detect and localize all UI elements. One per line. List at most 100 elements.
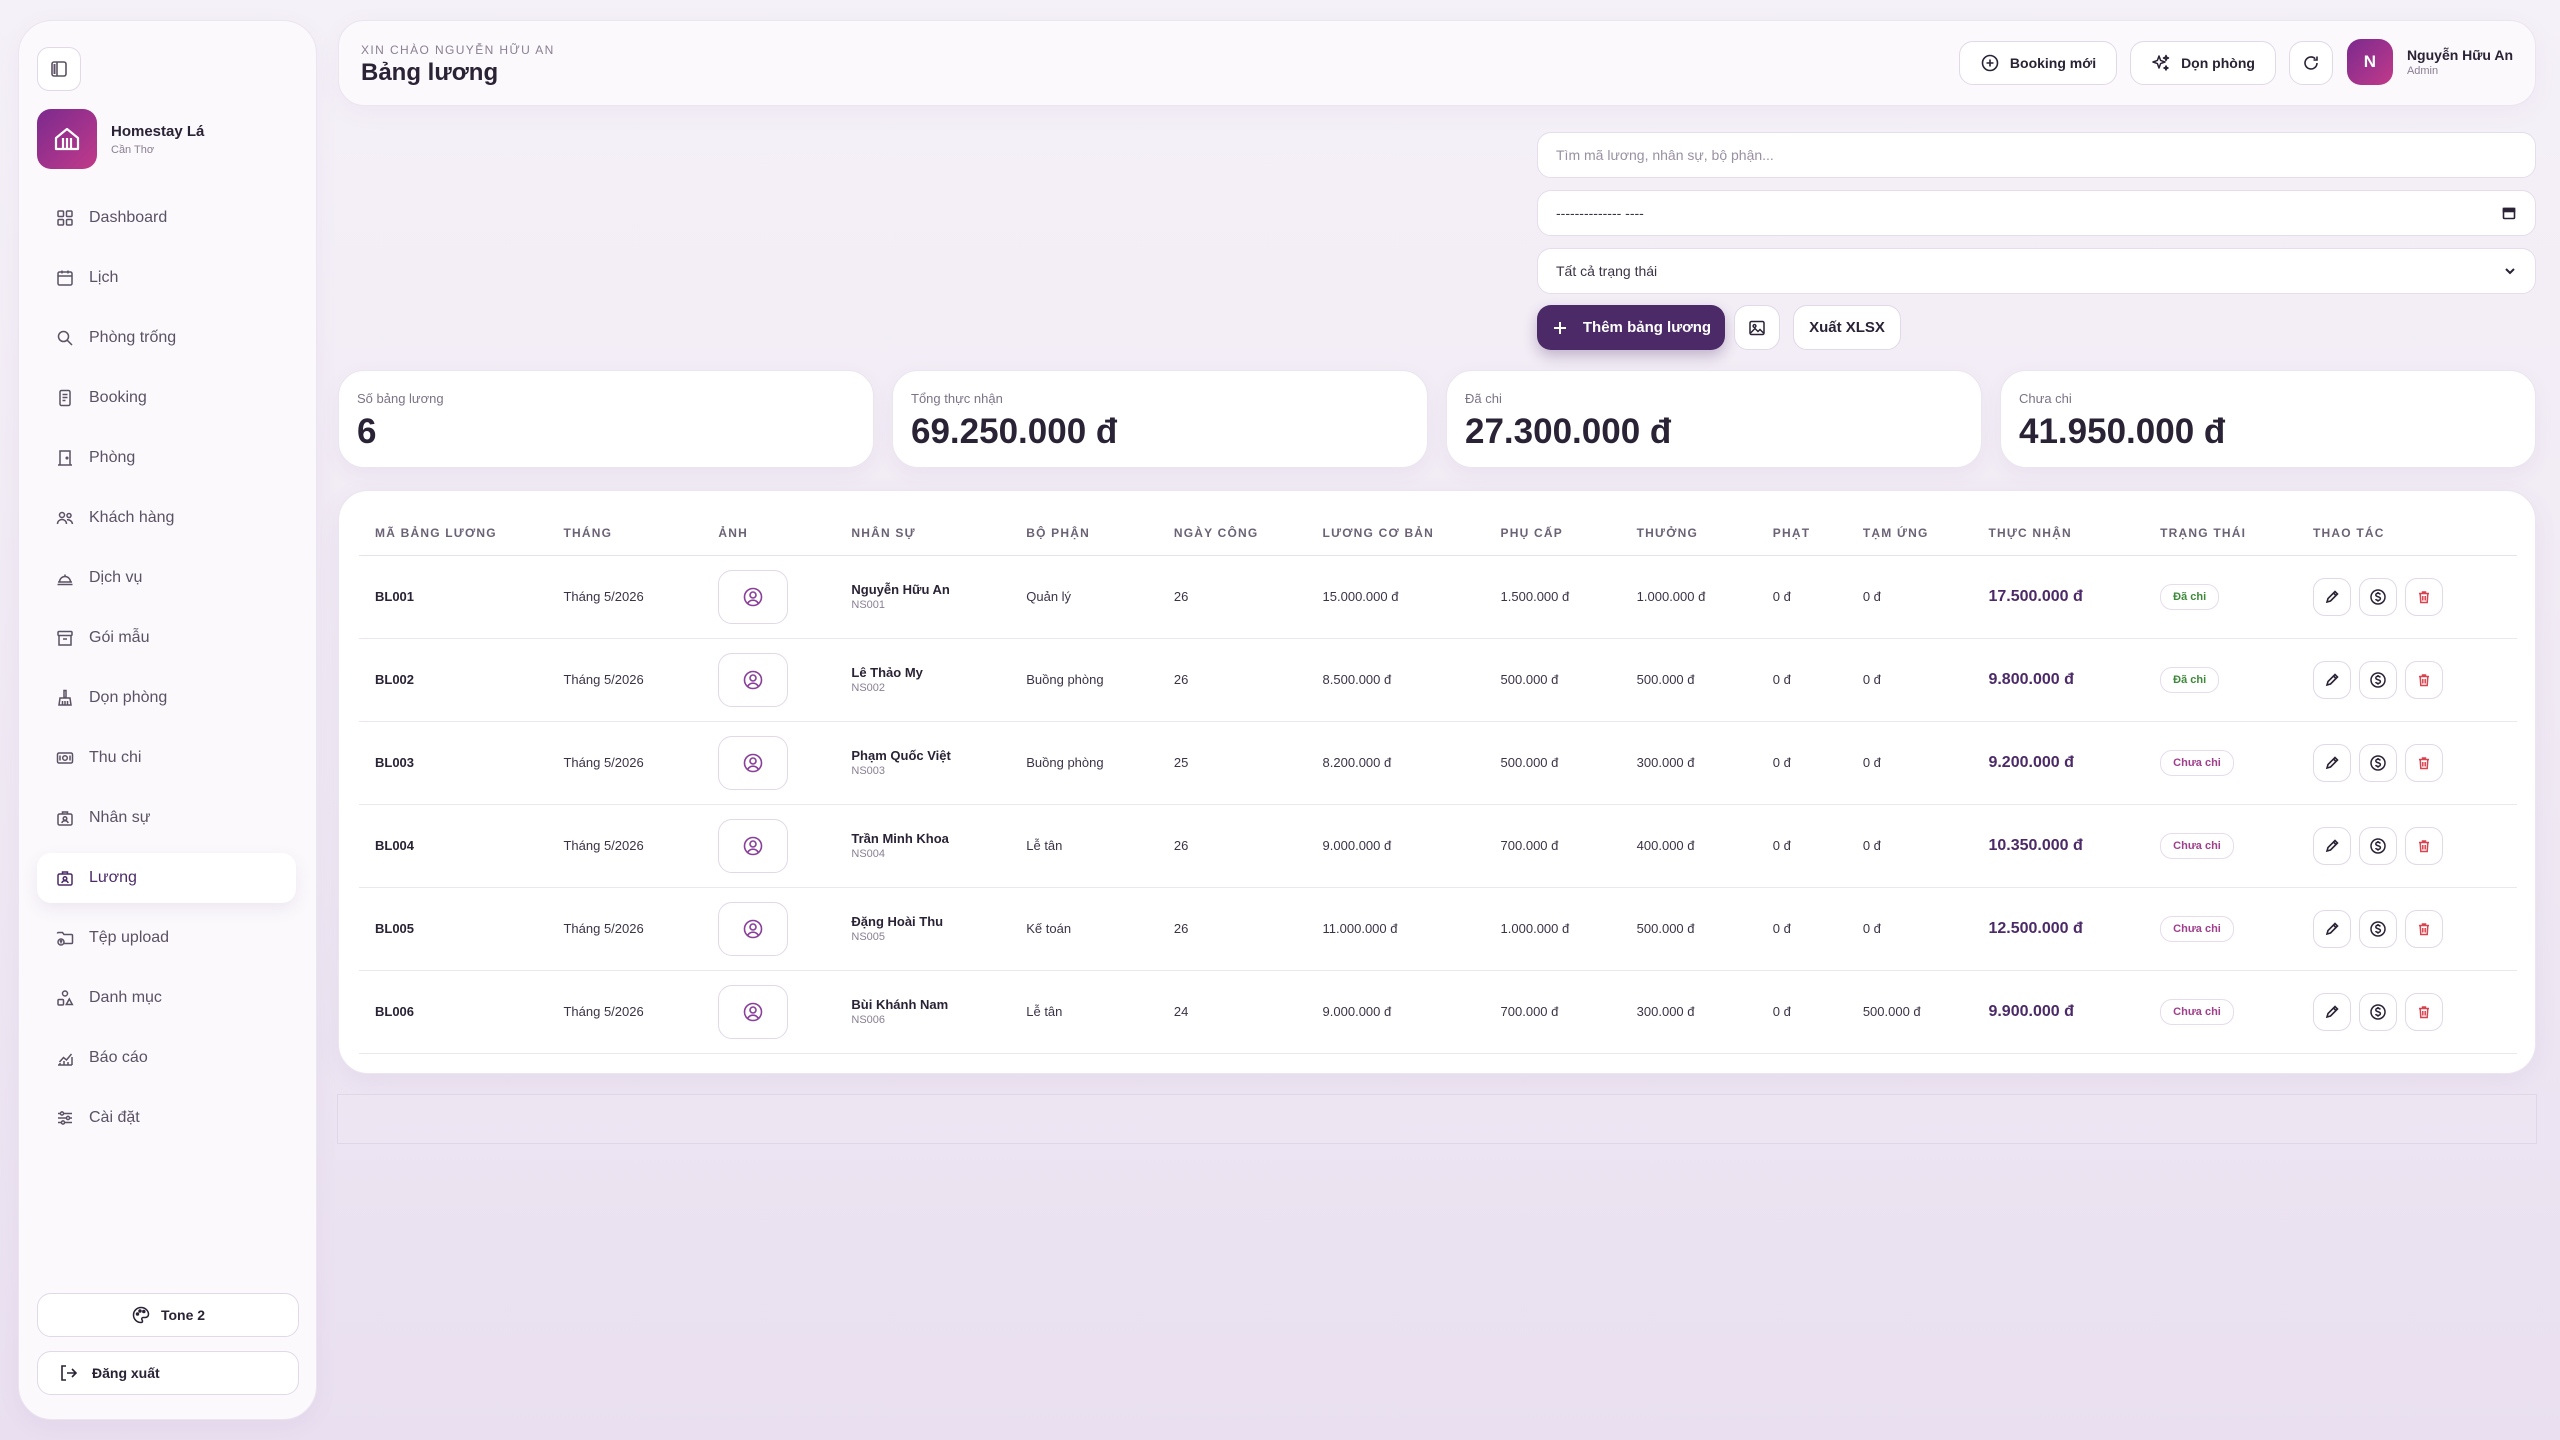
employee-photo-button[interactable] xyxy=(718,901,789,956)
stat-label: Chưa chi xyxy=(2019,391,2072,406)
employee-photo-button[interactable] xyxy=(718,984,789,1039)
column-header: ẢNH xyxy=(702,511,836,556)
edit-button[interactable] xyxy=(2313,909,2352,948)
sidebar-item-16[interactable]: Cài đặt xyxy=(37,1093,296,1143)
allowance: 700.000 đ xyxy=(1484,970,1621,1054)
sidebar-item-label: Tệp upload xyxy=(89,929,170,946)
search-field[interactable] xyxy=(1537,132,2536,178)
allowance: 700.000 đ xyxy=(1484,804,1621,888)
sidebar-item-6[interactable]: Khách hàng xyxy=(37,493,296,543)
table-row[interactable]: BL002 Tháng 5/2026 Lê Thảo My NS002 Buồng ph… xyxy=(359,638,2517,722)
bonus: 400.000 đ xyxy=(1620,804,1757,888)
delete-button[interactable] xyxy=(2405,992,2444,1031)
user-circle-icon xyxy=(744,753,763,772)
net-pay: 9.200.000 đ xyxy=(1972,721,2145,805)
actions-cell xyxy=(2297,555,2517,639)
sidebar-item-label: Dashboard xyxy=(89,209,168,226)
employee-cell: Phạm Quốc Việt NS003 xyxy=(835,721,1011,805)
allowance: 500.000 đ xyxy=(1484,638,1621,722)
employee-photo-button[interactable] xyxy=(718,569,789,624)
sidebar-item-2[interactable]: Lịch xyxy=(37,253,296,303)
table-row[interactable]: BL003 Tháng 5/2026 Phạm Quốc Việt NS003 Buồn… xyxy=(359,721,2517,805)
sidebar-item-14[interactable]: Danh mục xyxy=(37,973,296,1023)
stat-card-total-net: Tổng thực nhận 69.250.000 đ xyxy=(892,370,1428,468)
sidebar-item-5[interactable]: Phòng xyxy=(37,433,296,483)
sidebar-item-11[interactable]: Nhân sự xyxy=(37,793,296,843)
dollar-circle-icon xyxy=(2370,837,2386,854)
employee-photo-button[interactable] xyxy=(718,818,789,873)
add-payroll-button[interactable]: Thêm bảng lương xyxy=(1537,305,1725,350)
employee-name: Trần Minh Khoa xyxy=(851,831,949,846)
pay-button[interactable] xyxy=(2359,660,2398,699)
bottom-bar xyxy=(337,1094,2537,1144)
user-menu[interactable]: N Nguyễn Hữu An Admin xyxy=(2346,39,2513,85)
dollar-circle-icon xyxy=(2370,920,2386,937)
dashboard-icon xyxy=(57,210,73,226)
calendar-icon[interactable] xyxy=(2501,205,2517,221)
pencil-icon xyxy=(2325,1004,2339,1018)
employee-photo-button[interactable] xyxy=(718,735,789,790)
logout-button[interactable]: Đăng xuất xyxy=(37,1351,299,1395)
new-booking-button[interactable]: Booking mới xyxy=(1959,41,2117,85)
employee-id: NS003 xyxy=(851,765,886,777)
sidebar-item-15[interactable]: Báo cáo xyxy=(37,1033,296,1083)
brand-name: Homestay Lá xyxy=(111,122,205,140)
stat-card-paid: Đã chi 27.300.000 đ xyxy=(1446,370,1982,468)
status-select[interactable]: Tất cả trạng thái xyxy=(1537,248,2536,294)
pay-button[interactable] xyxy=(2359,909,2398,948)
edit-button[interactable] xyxy=(2313,992,2352,1031)
penalty: 0 đ xyxy=(1756,970,1847,1054)
theme-tone-button[interactable]: Tone 2 xyxy=(37,1293,299,1337)
pay-button[interactable] xyxy=(2359,826,2398,865)
employee-name: Nguyễn Hữu An xyxy=(851,582,950,597)
employee-photo-button[interactable] xyxy=(718,652,789,707)
net-pay: 12.500.000 đ xyxy=(1972,887,2145,971)
delete-button[interactable] xyxy=(2405,826,2444,865)
sidebar-item-12[interactable]: Lương xyxy=(37,853,296,903)
table-row[interactable]: BL005 Tháng 5/2026 Đặng Hoài Thu NS005 Kế to… xyxy=(359,887,2517,971)
edit-button[interactable] xyxy=(2313,826,2352,865)
table-row[interactable]: BL004 Tháng 5/2026 Trần Minh Khoa NS004 Lễ t… xyxy=(359,804,2517,888)
pay-button[interactable] xyxy=(2359,577,2398,616)
sidebar-item-8[interactable]: Gói mẫu xyxy=(37,613,296,663)
archive-icon xyxy=(57,630,73,646)
delete-button[interactable] xyxy=(2405,660,2444,699)
sidebar-item-9[interactable]: Dọn phòng xyxy=(37,673,296,723)
table-row[interactable]: BL001 Tháng 5/2026 Nguyễn Hữu An NS001 Quản … xyxy=(359,555,2517,639)
delete-button[interactable] xyxy=(2405,577,2444,616)
refresh-icon xyxy=(2304,56,2318,70)
photo-cell xyxy=(702,804,836,888)
table-row[interactable]: BL006 Tháng 5/2026 Bùi Khánh Nam NS006 Lễ tâ… xyxy=(359,970,2517,1054)
staff-icon xyxy=(57,811,73,826)
dollar-circle-icon xyxy=(2370,754,2386,771)
delete-button[interactable] xyxy=(2405,743,2444,782)
sidebar-item-10[interactable]: Thu chi xyxy=(37,733,296,783)
payroll-code: BL006 xyxy=(359,970,548,1054)
base-salary: 9.000.000 đ xyxy=(1306,970,1485,1054)
edit-button[interactable] xyxy=(2313,743,2352,782)
sidebar-item-13[interactable]: Tệp upload xyxy=(37,913,296,963)
sidebar-item-3[interactable]: Phòng trống xyxy=(37,313,296,363)
search-input[interactable] xyxy=(1556,147,2517,163)
sidebar-item-1[interactable]: Dashboard xyxy=(37,193,296,243)
refresh-button[interactable] xyxy=(2289,41,2333,85)
edit-button[interactable] xyxy=(2313,577,2352,616)
sidebar-toggle-button[interactable] xyxy=(37,47,81,91)
pay-button[interactable] xyxy=(2359,743,2398,782)
cleaning-button[interactable]: Dọn phòng xyxy=(2130,41,2276,85)
employee-id: NS004 xyxy=(851,848,886,860)
penalty: 0 đ xyxy=(1756,804,1847,888)
month-picker[interactable]: -------------- ---- xyxy=(1537,190,2536,236)
sidebar-item-4[interactable]: Booking xyxy=(37,373,296,423)
pay-button[interactable] xyxy=(2359,992,2398,1031)
sparkles-icon xyxy=(2152,54,2170,71)
edit-button[interactable] xyxy=(2313,660,2352,699)
trash-icon xyxy=(2419,922,2430,935)
delete-button[interactable] xyxy=(2405,909,2444,948)
payroll-month: Tháng 5/2026 xyxy=(547,555,703,639)
sidebar-item-7[interactable]: Dịch vụ xyxy=(37,553,296,603)
column-header: NGÀY CÔNG xyxy=(1157,511,1307,556)
column-header: LƯƠNG CƠ BẢN xyxy=(1306,511,1485,556)
image-export-button[interactable] xyxy=(1734,305,1780,350)
export-xlsx-button[interactable]: Xuất XLSX xyxy=(1793,305,1901,350)
